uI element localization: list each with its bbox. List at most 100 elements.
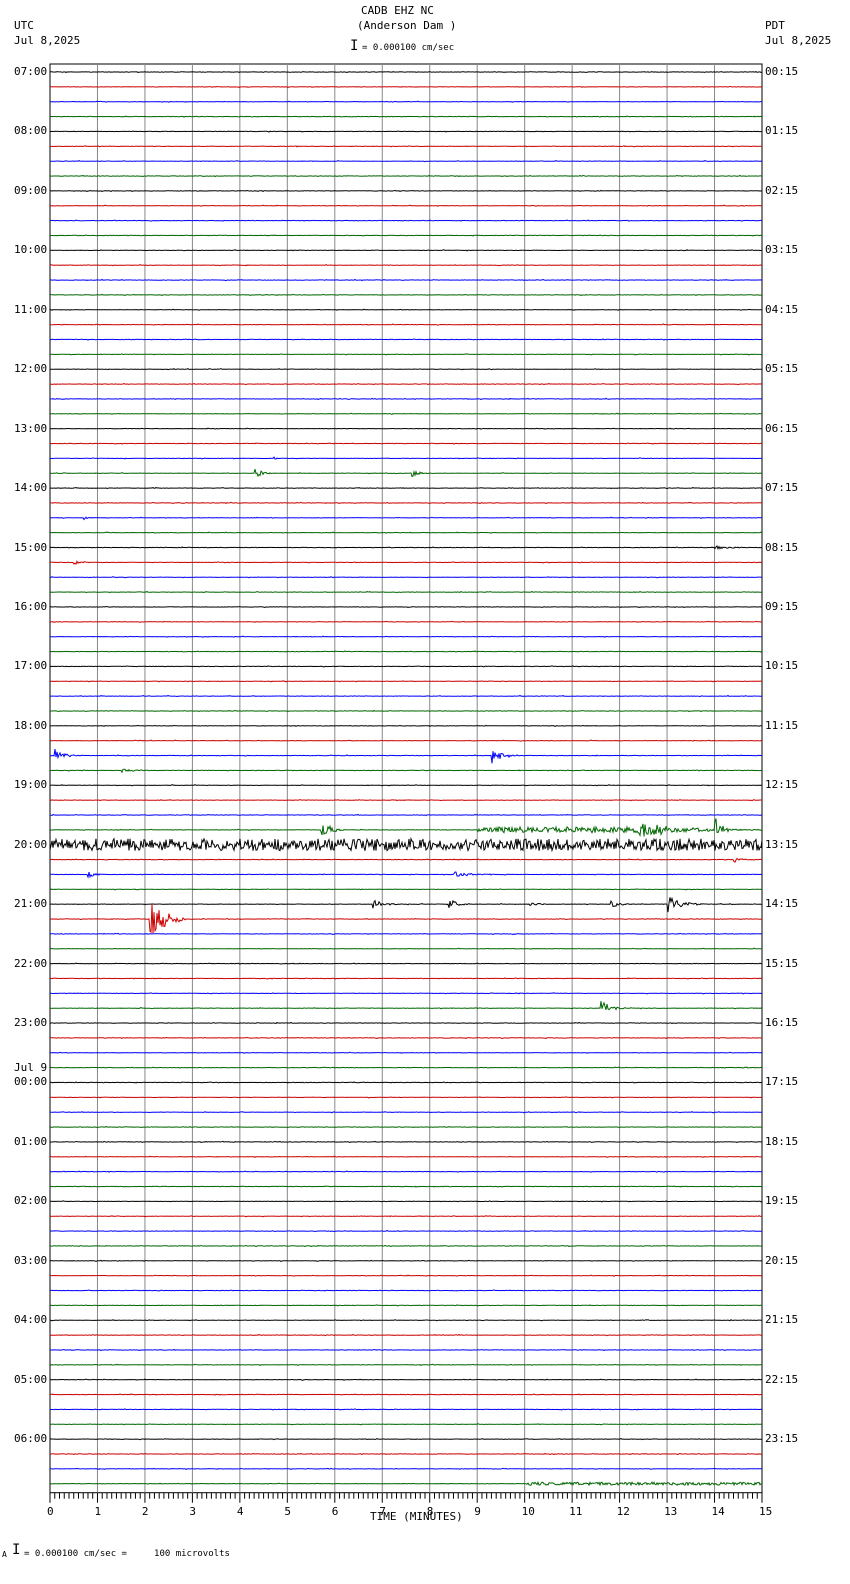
trace-row-89 (49, 1393, 762, 1396)
trace-row-23 (49, 412, 763, 415)
pdt-time-label: 15:15 (765, 956, 799, 970)
trace-row-18 (49, 338, 763, 341)
pdt-time-label: 14:15 (765, 897, 799, 911)
pdt-time-label: 16:15 (765, 1016, 799, 1030)
pdt-time-label: 19:15 (765, 1194, 799, 1208)
utc-time-label: 10:00 (14, 243, 48, 257)
pdt-time-label: 03:15 (765, 243, 799, 257)
utc-time-label: 14:00 (14, 481, 48, 495)
helicorder-plot (49, 63, 763, 1503)
pdt-time-label: 18:15 (765, 1134, 799, 1148)
utc-time-label: 09:00 (14, 183, 48, 197)
trace-row-85 (49, 1333, 763, 1337)
trace-row-11 (49, 234, 763, 237)
utc-time-label: 19:00 (14, 778, 48, 792)
pdt-time-label: 13:15 (765, 837, 799, 851)
x-tick-label: 0 (47, 1504, 54, 1518)
utc-time-label: 02:00 (14, 1194, 48, 1208)
trace-row-69 (49, 1096, 763, 1099)
utc-time-label: 12:00 (14, 362, 48, 376)
x-tick-label: 1 (94, 1504, 102, 1518)
trace-row-79 (49, 1244, 763, 1248)
trace-row-70 (49, 1110, 763, 1114)
pdt-time-label: 10:15 (765, 659, 799, 673)
trace-row-29 (50, 501, 762, 505)
trace-row-15 (49, 293, 763, 297)
trace-row-80 (49, 1259, 763, 1262)
trace-row-8 (50, 189, 763, 193)
x-tick-label: 10 (521, 1504, 535, 1518)
trace-row-35 (49, 590, 763, 594)
trace-row-37 (49, 620, 763, 623)
trace-row-25 (49, 442, 763, 445)
trace-row-62 (49, 992, 763, 995)
x-tick-label: 5 (284, 1504, 291, 1518)
trace-row-7 (50, 174, 763, 178)
trace-row-21 (49, 383, 763, 386)
pdt-time-label: 11:15 (765, 718, 799, 732)
trace-row-67 (49, 1066, 763, 1069)
trace-row-42 (49, 694, 763, 698)
utc-time-label: 16:00 (14, 599, 48, 613)
trace-row-81 (50, 1274, 763, 1277)
trace-row-60 (49, 962, 763, 965)
trace-row-55 (49, 888, 762, 891)
utc-time-label: 22:00 (14, 956, 48, 970)
trace-row-82 (49, 1289, 763, 1292)
trace-row-94 (49, 1467, 763, 1470)
trace-row-28 (49, 486, 763, 490)
utc-date-label: Jul 9 (14, 1061, 48, 1075)
trace-row-9 (49, 204, 763, 207)
utc-time-label: 15:00 (14, 540, 48, 554)
trace-row-48 (49, 784, 762, 787)
pdt-time-label: 06:15 (765, 421, 799, 435)
utc-time-label: 13:00 (14, 421, 48, 435)
trace-row-14 (49, 278, 763, 282)
trace-row-6 (49, 160, 763, 163)
trace-row-93 (50, 1452, 763, 1456)
trace-row-73 (50, 1155, 762, 1158)
trace-row-32 (49, 545, 763, 550)
trace-row-17 (49, 323, 763, 326)
utc-time-label: 07:00 (14, 65, 48, 78)
trace-row-83 (49, 1304, 762, 1307)
trace-row-43 (49, 709, 762, 713)
trace-row-95 (49, 1480, 763, 1487)
trace-row-91 (49, 1423, 763, 1426)
trace-row-13 (49, 264, 763, 267)
trace-row-12 (50, 249, 763, 252)
pdt-time-label: 01:15 (765, 124, 799, 138)
trace-row-58 (50, 932, 763, 936)
utc-time-label: 18:00 (14, 718, 48, 732)
utc-time-label: 03:00 (14, 1253, 48, 1267)
trace-row-77 (49, 1214, 763, 1218)
trace-row-19 (49, 353, 763, 356)
trace-row-84 (49, 1319, 762, 1322)
trace-row-16 (49, 308, 763, 311)
trace-row-74 (49, 1170, 763, 1173)
trace-row-3 (49, 115, 763, 118)
trace-row-5 (49, 145, 762, 148)
trace-row-54 (50, 871, 763, 879)
x-tick-label: 14 (711, 1504, 725, 1518)
trace-row-75 (49, 1185, 763, 1188)
pdt-time-label: 22:15 (765, 1372, 799, 1386)
trace-row-26 (50, 456, 763, 460)
trace-row-56 (49, 896, 763, 913)
trace-row-59 (49, 947, 763, 950)
pdt-time-label: 04:15 (765, 302, 799, 316)
trace-row-4 (50, 130, 763, 133)
trace-row-63 (49, 1001, 763, 1011)
trace-row-78 (49, 1230, 763, 1233)
trace-row-64 (49, 1021, 763, 1025)
utc-time-label: 05:00 (14, 1372, 48, 1386)
trace-row-1 (49, 85, 763, 88)
trace-row-86 (50, 1348, 763, 1352)
trace-row-49 (49, 799, 763, 802)
trace-row-30 (49, 516, 763, 521)
trace-row-68 (49, 1081, 763, 1084)
pdt-time-label: 07:15 (765, 481, 799, 495)
trace-row-44 (50, 724, 763, 727)
trace-row-47 (49, 768, 763, 774)
trace-row-20 (49, 367, 763, 371)
